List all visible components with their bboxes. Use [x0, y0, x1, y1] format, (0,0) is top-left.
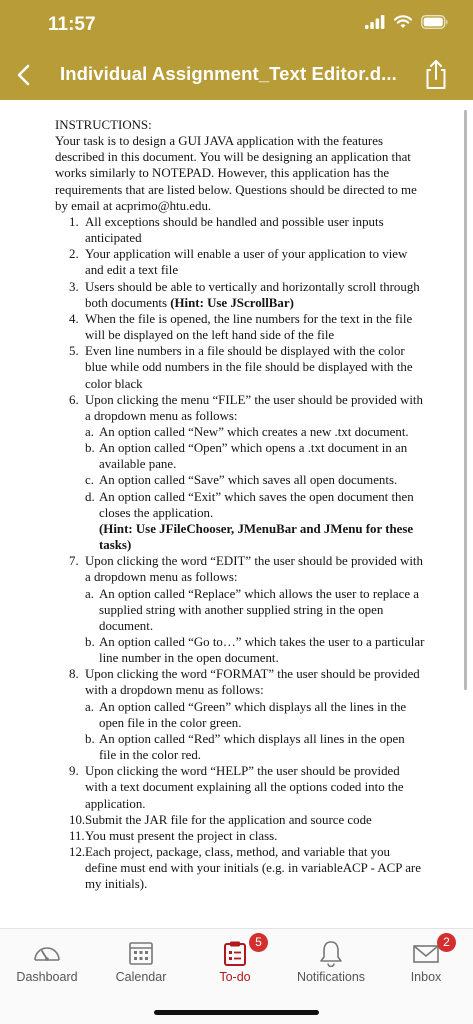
- share-icon: [426, 60, 446, 89]
- tab-notifications[interactable]: Notifications: [284, 929, 378, 995]
- tab-to-do[interactable]: 5 To-do: [188, 929, 282, 995]
- sub-list: a. An option called “New” which creates a…: [85, 424, 425, 553]
- todo-badge: 5: [249, 933, 268, 952]
- instructions-heading: INSTRUCTIONS:: [55, 118, 152, 132]
- sub-list-item-letter: a.: [85, 586, 94, 601]
- tab-inbox[interactable]: 2 Inbox: [379, 929, 473, 995]
- sub-list-item: a. An option called “Green” which display…: [85, 699, 425, 731]
- tab-label: To-do: [219, 970, 251, 984]
- list-item-text: All exceptions should be handled and pos…: [85, 214, 384, 246]
- list-item-number: 10.: [69, 812, 86, 827]
- list-item: 2. Your application will enable a user of…: [55, 246, 425, 278]
- sub-list-item: a. An option called “New” which creates a…: [85, 424, 425, 440]
- list-item-number: 2.: [69, 247, 79, 262]
- list-item: 12. Each project, package, class, method,…: [55, 844, 425, 892]
- bell-icon: [320, 941, 342, 967]
- sub-list: a. An option called “Replace” which allow…: [85, 586, 425, 667]
- list-item-text: When the file is opened, the line number…: [85, 311, 413, 343]
- list-item: 3. Users should be able to vertically and…: [55, 279, 425, 311]
- sub-list: a. An option called “Green” which display…: [85, 699, 425, 764]
- tab-label: Calendar: [115, 970, 167, 984]
- sub-list-item-letter: a.: [85, 699, 94, 714]
- share-button[interactable]: [421, 58, 451, 92]
- sub-list-item-text: An option called “Exit” which saves the …: [99, 489, 414, 520]
- sub-list-item-letter: b.: [85, 441, 95, 456]
- tab-calendar[interactable]: Calendar: [94, 929, 188, 995]
- tab-label: Dashboard: [16, 970, 78, 984]
- sub-list-item-text: An option called “Go to…” which takes th…: [99, 635, 425, 666]
- list-item-number: 3.: [69, 279, 79, 294]
- list-item-text: Submit the JAR file for the application …: [85, 812, 372, 827]
- list-item: 11. You must present the project in class…: [55, 828, 425, 844]
- nav-bar: Individual Assignment_Text Editor.d...: [0, 50, 473, 100]
- dashboard-gauge-icon: [34, 947, 60, 961]
- chevron-left-icon: [17, 64, 30, 86]
- sub-list-item-text: An option called “Green” which displays …: [99, 699, 407, 730]
- back-button[interactable]: [8, 59, 40, 91]
- list-item-text: Even line numbers in a file should be di…: [85, 344, 413, 391]
- instructions-intro: Your task is to design a GUI JAVA applic…: [55, 134, 417, 213]
- inbox-badge: 2: [437, 933, 456, 952]
- sub-list-item: d. An option called “Exit” which saves th…: [85, 489, 425, 554]
- sub-list-item: a. An option called “Replace” which allow…: [85, 586, 425, 634]
- calendar-icon: [129, 942, 153, 965]
- list-item-text: Upon clicking the word “HELP” the user s…: [85, 764, 404, 811]
- sub-list-item-text: An option called “New” which creates a n…: [99, 424, 409, 439]
- list-item: 1. All exceptions should be handled and p…: [55, 214, 425, 246]
- requirements-list: 1. All exceptions should be handled and p…: [55, 214, 425, 893]
- list-item: 9. Upon clicking the word “HELP” the user…: [55, 763, 425, 811]
- tab-dashboard[interactable]: Dashboard: [0, 929, 94, 995]
- home-indicator: [154, 1010, 319, 1015]
- list-item-text: Upon clicking the word “FORMAT” the user…: [85, 667, 420, 698]
- list-item-text: You must present the project in class.: [85, 828, 278, 843]
- sub-list-item-text: An option called “Open” which opens a .t…: [99, 441, 408, 472]
- list-item: 8. Upon clicking the word “FORMAT” the us…: [55, 666, 425, 763]
- list-item-number: 1.: [69, 214, 79, 229]
- list-item: 5. Even line numbers in a file should be …: [55, 343, 425, 391]
- sub-list-item-hint: (Hint: Use JFileChooser, JMenuBar and JM…: [99, 521, 414, 553]
- sub-list-item-letter: d.: [85, 489, 95, 504]
- list-item: 10. Submit the JAR file for the applicati…: [55, 812, 425, 828]
- page-title: Individual Assignment_Text Editor.d...: [60, 63, 397, 84]
- todo-clipboard-icon: [224, 941, 246, 966]
- sub-list-item-letter: b.: [85, 731, 95, 746]
- list-item-number: 7.: [69, 554, 79, 569]
- wifi-icon: [394, 15, 412, 28]
- list-item: 4. When the file is opened, the line numb…: [55, 311, 425, 343]
- list-item-number: 4.: [69, 311, 79, 326]
- list-item: 7. Upon clicking the word “EDIT” the user…: [55, 553, 425, 666]
- status-time: 11:57: [48, 14, 96, 35]
- sub-list-item-letter: a.: [85, 424, 94, 439]
- status-icons: [365, 15, 449, 29]
- list-item: 6. Upon clicking the menu “FILE” the user…: [55, 392, 425, 554]
- sub-list-item: b. An option called “Open” which opens a …: [85, 440, 425, 472]
- list-item-number: 8.: [69, 667, 79, 682]
- scroll-indicator[interactable]: [464, 110, 467, 690]
- battery-icon: [421, 15, 448, 29]
- list-item-number: 5.: [69, 344, 79, 359]
- sub-list-item: b. An option called “Red” which displays …: [85, 731, 425, 763]
- sub-list-item-text: An option called “Save” which saves all …: [99, 473, 398, 488]
- list-item-number: 9.: [69, 764, 79, 779]
- document-content: INSTRUCTIONS: Your task is to design a G…: [55, 117, 425, 893]
- list-item-hint: (Hint: Use JScrollBar): [170, 295, 294, 310]
- list-item-text: Your application will enable a user of y…: [85, 247, 408, 278]
- sub-list-item: b. An option called “Go to…” which takes …: [85, 634, 425, 666]
- list-item-text: Upon clicking the menu “FILE” the user s…: [85, 392, 423, 423]
- list-item-text: Upon clicking the word “EDIT” the user s…: [85, 554, 423, 585]
- list-item-number: 12.: [69, 845, 86, 860]
- sub-list-item-text: An option called “Replace” which allows …: [99, 586, 419, 633]
- list-item-number: 11.: [69, 828, 85, 843]
- signal-icon: [365, 15, 385, 29]
- sub-list-item-text: An option called “Red” which displays al…: [99, 731, 405, 763]
- status-bar: 11:57: [0, 0, 473, 50]
- list-item-text: Each project, package, class, method, an…: [85, 845, 421, 892]
- tab-label: Inbox: [410, 970, 442, 984]
- sub-list-item-letter: b.: [85, 635, 95, 649]
- sub-list-item: c. An option called “Save” which saves al…: [85, 472, 425, 488]
- tab-label: Notifications: [296, 970, 366, 984]
- sub-list-item-letter: c.: [85, 473, 94, 488]
- list-item-number: 6.: [69, 392, 79, 407]
